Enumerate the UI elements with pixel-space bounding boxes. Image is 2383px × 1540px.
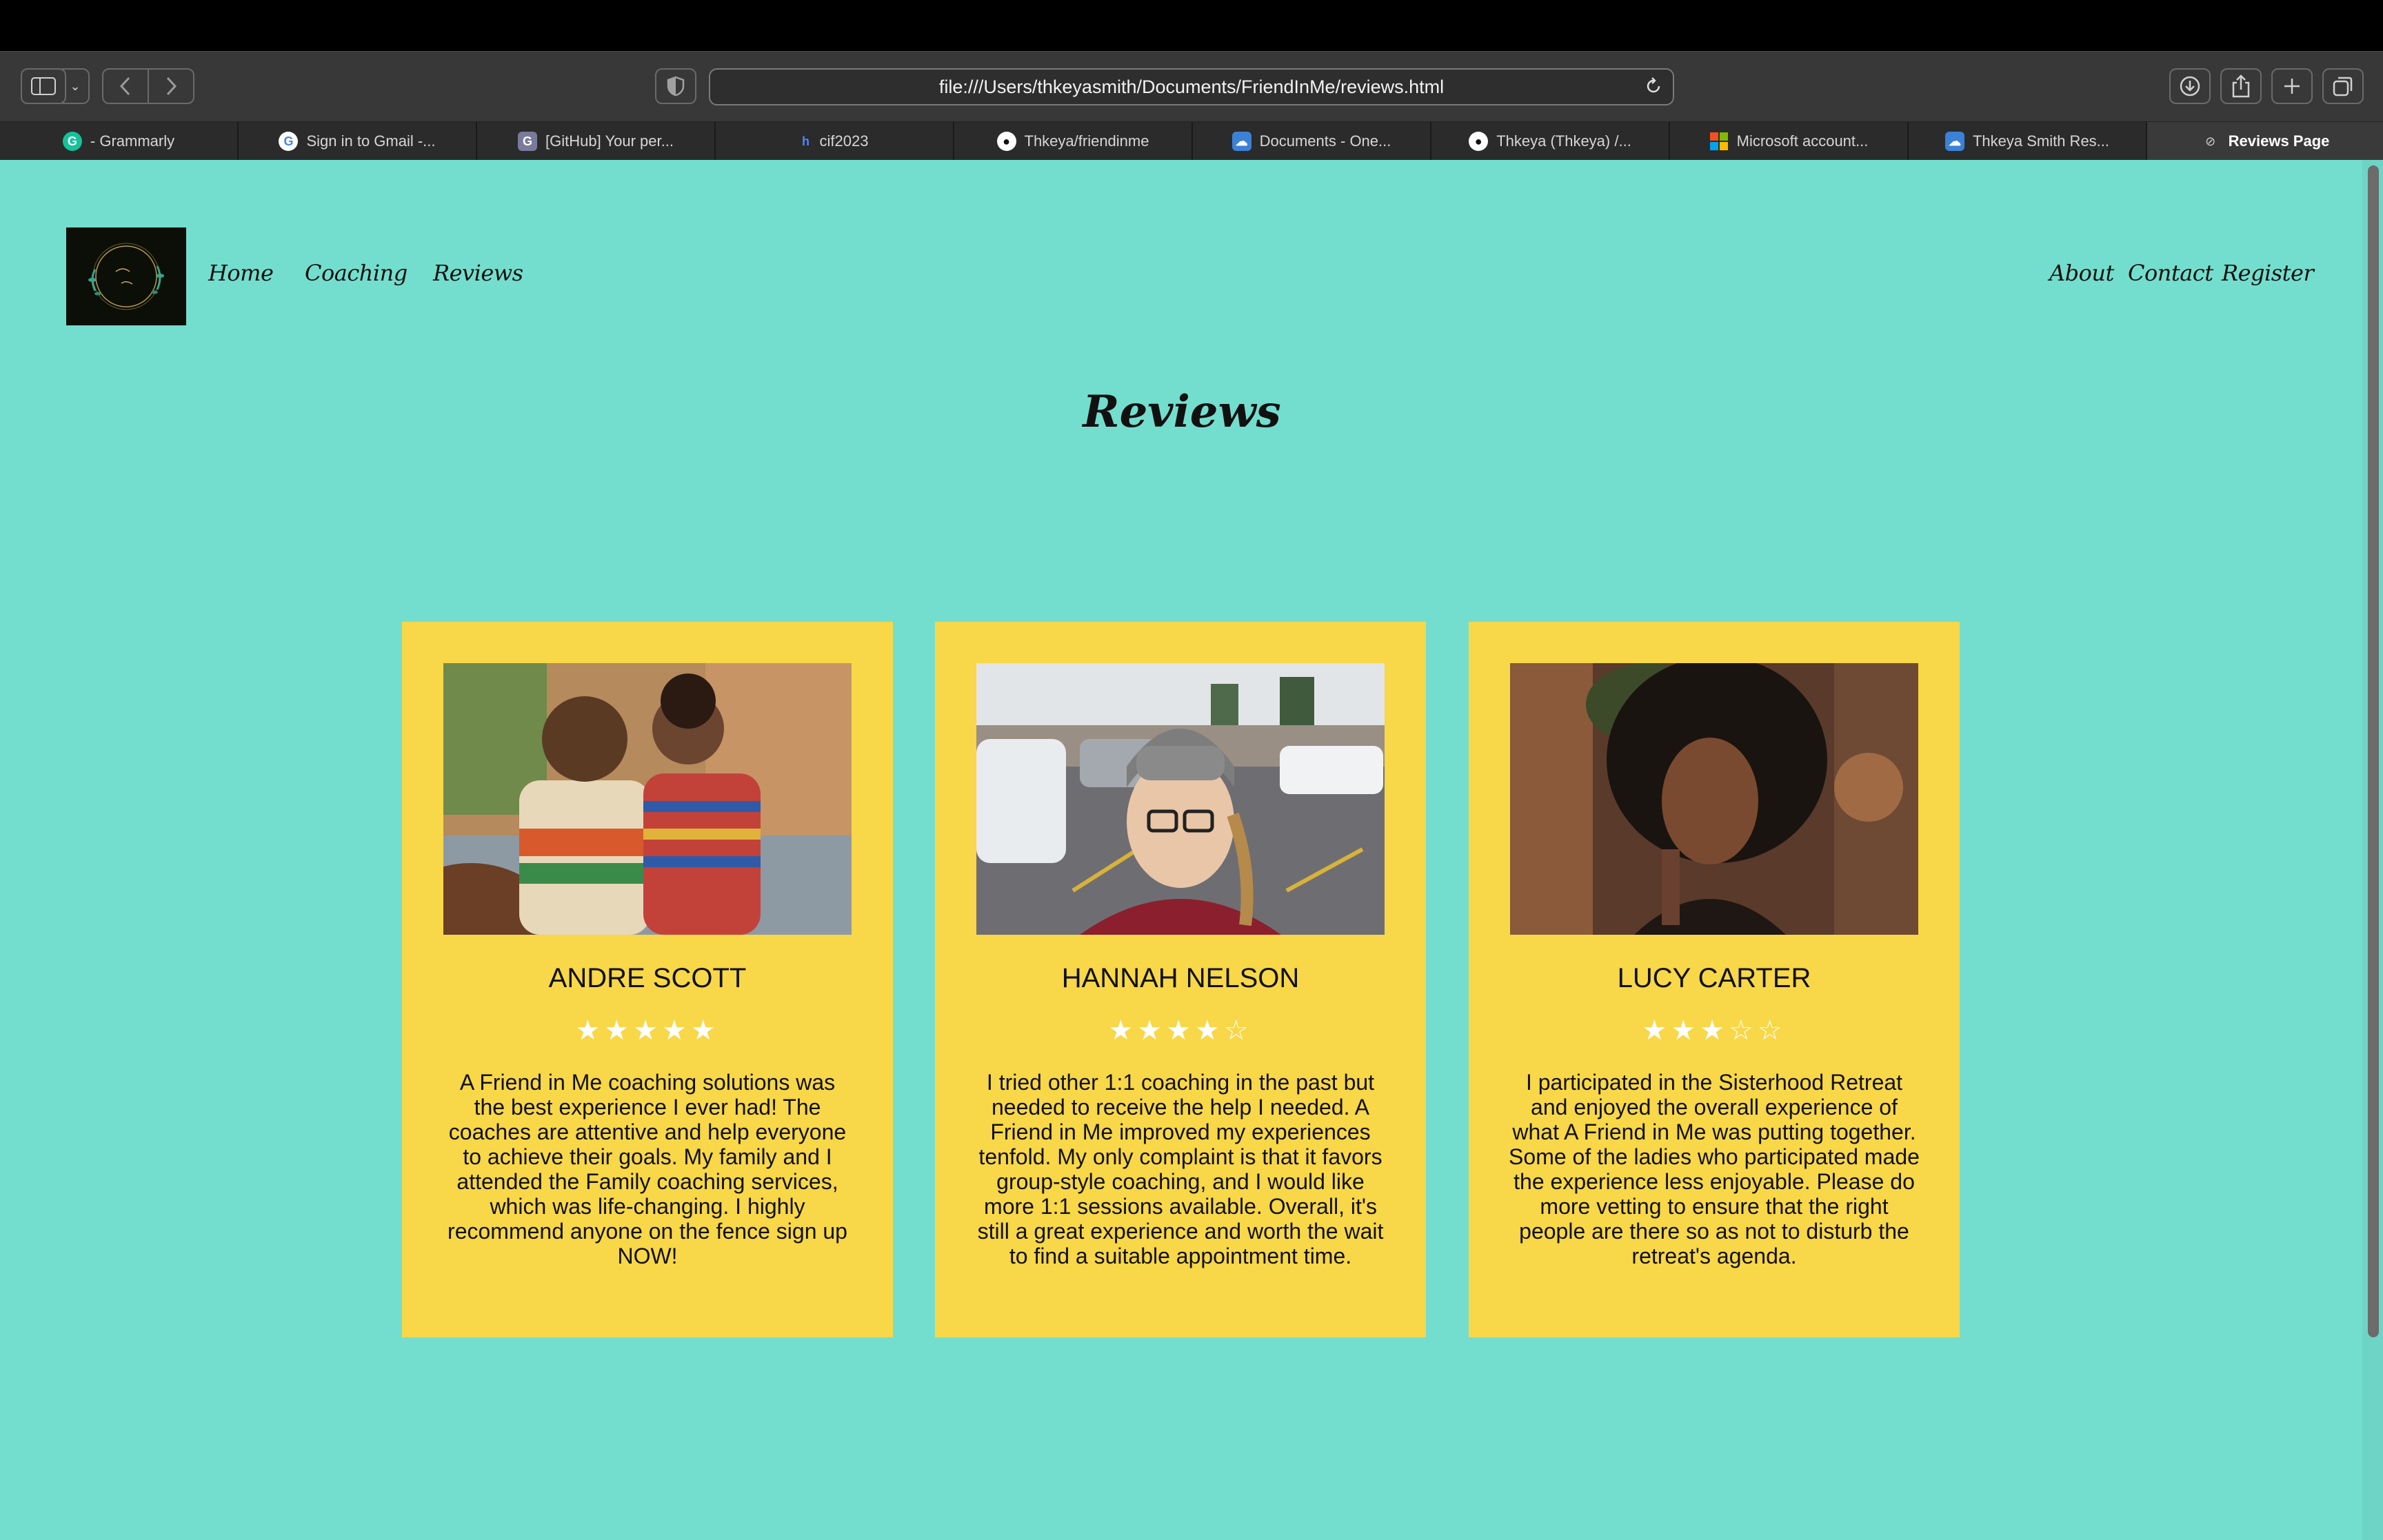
- nav-home[interactable]: Home: [208, 260, 274, 286]
- hackerrank-icon: h: [802, 134, 810, 148]
- tab-grammarly[interactable]: G - Grammarly: [0, 122, 239, 161]
- tab-label: Documents - One...: [1259, 132, 1391, 150]
- download-icon: [2180, 76, 2200, 97]
- tab-cif2023[interactable]: h cif2023: [716, 122, 954, 161]
- tab-label: Reviews Page: [2228, 132, 2330, 150]
- forward-button[interactable]: [148, 68, 194, 104]
- scrollbar[interactable]: [2362, 160, 2383, 1540]
- github-icon: ●: [1469, 132, 1489, 151]
- onedrive-icon: ☁: [1231, 132, 1251, 151]
- onedrive-icon: ☁: [1944, 132, 1964, 151]
- site-logo[interactable]: [66, 227, 186, 325]
- review-text: I tried other 1:1 coaching in the past b…: [977, 1070, 1384, 1268]
- tab-group-dropdown[interactable]: ⌄: [62, 68, 90, 104]
- tab-bar: G - Grammarly G Sign in to Gmail -... G …: [0, 121, 2383, 161]
- chevron-left-icon: [119, 77, 130, 96]
- plus-icon: [2284, 79, 2300, 94]
- url-text: file:///Users/thkeyasmith/Documents/Frie…: [938, 76, 1445, 97]
- tab-overview-button[interactable]: [2322, 68, 2364, 104]
- share-icon: [2232, 74, 2250, 98]
- tab-label: [GitHub] Your per...: [545, 132, 674, 150]
- github-icon: ●: [996, 132, 1016, 151]
- gmail-icon: G: [518, 132, 538, 151]
- grammarly-icon: G: [62, 132, 82, 151]
- reviewer-photo: [443, 663, 852, 935]
- tab-label: Microsoft account...: [1736, 132, 1869, 150]
- reviewer-name: HANNAH NELSON: [1061, 963, 1300, 993]
- tab-label: Sign in to Gmail -...: [306, 132, 436, 150]
- share-button[interactable]: [2220, 68, 2262, 104]
- back-button[interactable]: [102, 68, 149, 104]
- star-rating: ★★★★☆: [1108, 1015, 1253, 1046]
- downloads-button[interactable]: [2169, 68, 2211, 104]
- nav-coaching[interactable]: Coaching: [305, 260, 408, 286]
- tab-label: Thkeya/friendinme: [1024, 132, 1149, 150]
- reviewer-name: LUCY CARTER: [1617, 963, 1811, 993]
- tab-github-notification[interactable]: G [GitHub] Your per...: [477, 122, 716, 161]
- reviewer-photo: [976, 663, 1385, 935]
- tab-label: Thkeya (Thkeya) /...: [1496, 132, 1631, 150]
- new-tab-button[interactable]: [2271, 68, 2313, 104]
- page-title: Reviews: [1083, 386, 1281, 438]
- tabs-overview-icon: [2333, 77, 2353, 97]
- review-text: I participated in the Sisterhood Retreat…: [1509, 1070, 1920, 1268]
- google-icon: G: [279, 132, 299, 151]
- tab-github-profile[interactable]: ● Thkeya (Thkeya) /...: [1431, 122, 1670, 161]
- star-rating: ★★★☆☆: [1642, 1015, 1787, 1046]
- review-card: ANDRE SCOTT ★★★★★ A Friend in Me coachin…: [402, 622, 893, 1337]
- tab-gmail-signin[interactable]: G Sign in to Gmail -...: [239, 122, 477, 161]
- screen-top-bar: [0, 0, 2383, 51]
- microsoft-icon: [1709, 132, 1729, 151]
- address-bar[interactable]: file:///Users/thkeyasmith/Documents/Frie…: [709, 68, 1674, 105]
- tab-reviews-page[interactable]: ⊘ Reviews Page: [2147, 122, 2383, 161]
- star-rating: ★★★★★: [575, 1015, 720, 1046]
- chevron-right-icon: [166, 77, 177, 96]
- tab-microsoft-account[interactable]: Microsoft account...: [1670, 122, 1909, 161]
- tab-resume[interactable]: ☁ Thkeya Smith Res...: [1909, 122, 2147, 161]
- tab-label: cif2023: [819, 132, 869, 150]
- chevron-down-icon: ⌄: [70, 79, 81, 93]
- scrollbar-thumb[interactable]: [2368, 165, 2379, 1337]
- reviewer-photo: [1510, 663, 1918, 935]
- tab-label: Thkeya Smith Res...: [1972, 132, 2110, 150]
- friend-in-me-logo-icon: [88, 243, 164, 310]
- nav-reviews[interactable]: Reviews: [433, 260, 523, 286]
- shield-icon: [667, 76, 685, 97]
- review-card: HANNAH NELSON ★★★★☆ I tried other 1:1 co…: [935, 622, 1426, 1337]
- review-text: A Friend in Me coaching solutions was th…: [448, 1070, 847, 1268]
- tab-onedrive-documents[interactable]: ☁ Documents - One...: [1193, 122, 1431, 161]
- reviewer-name: ANDRE SCOTT: [548, 963, 747, 993]
- browser-toolbar: ⌄ file:///Users/thkeyasmith/Documents/Fr…: [0, 51, 2383, 122]
- nav-register[interactable]: Register: [2222, 260, 2314, 286]
- nav-contact[interactable]: Contact: [2128, 260, 2213, 286]
- sidebar-toggle-button[interactable]: [21, 68, 66, 104]
- compass-icon: ⊘: [2205, 134, 2216, 148]
- nav-about[interactable]: About: [2049, 260, 2114, 286]
- tab-github-repo[interactable]: ● Thkeya/friendinme: [954, 122, 1193, 161]
- reload-icon[interactable]: [1644, 77, 1663, 101]
- tab-label: - Grammarly: [90, 132, 175, 150]
- privacy-report-button[interactable]: [655, 68, 696, 104]
- review-card: LUCY CARTER ★★★☆☆ I participated in the …: [1469, 622, 1960, 1337]
- sidebar-icon: [31, 77, 56, 95]
- web-page: Home Coaching Reviews About Contact Regi…: [0, 160, 2383, 1540]
